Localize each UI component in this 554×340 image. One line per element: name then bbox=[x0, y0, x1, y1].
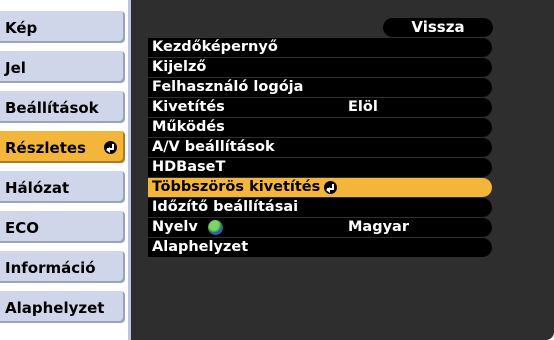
sidebar-item-label: Jel bbox=[5, 59, 26, 77]
menu-item-label: Kezdőképernyő bbox=[152, 39, 278, 55]
menu-item-label: Kivetítés bbox=[152, 99, 225, 115]
sidebar-item-beallitasok[interactable]: Beállítások bbox=[0, 90, 126, 124]
menu-item-mukodes[interactable]: Működés bbox=[148, 118, 492, 137]
menu-item-label: Nyelv bbox=[152, 219, 198, 235]
sidebar-item-jel[interactable]: Jel bbox=[0, 50, 126, 84]
sidebar-item-informacio[interactable]: Információ bbox=[0, 250, 126, 284]
menu-item-kijelzo[interactable]: Kijelző bbox=[148, 58, 492, 77]
back-button[interactable]: Vissza bbox=[383, 18, 493, 37]
menu-item-label: Időzítő beállításai bbox=[152, 199, 299, 215]
menu-item-label: Alaphelyzet bbox=[152, 239, 249, 255]
sidebar-item-label: ECO bbox=[5, 219, 40, 237]
menu-item-label: Működés bbox=[152, 119, 225, 135]
sidebar-item-label: Hálózat bbox=[5, 179, 70, 197]
menu-item-label: Felhasználó logója bbox=[152, 79, 304, 95]
sidebar-item-reszletes[interactable]: Részletes bbox=[0, 130, 126, 164]
menu-item-kezdokepernyo[interactable]: Kezdőképernyő bbox=[148, 38, 492, 57]
globe-icon bbox=[207, 219, 223, 235]
menu-item-idozito-beallitasai[interactable]: Időzítő beállításai bbox=[148, 198, 492, 217]
menu-item-kivetites[interactable]: Kivetítés Elöl bbox=[148, 98, 492, 117]
menu-item-value: Elöl bbox=[348, 99, 378, 115]
menu-item-nyelv[interactable]: Nyelv Magyar bbox=[148, 218, 492, 237]
sidebar-item-alaphelyzet[interactable]: Alaphelyzet bbox=[0, 290, 126, 324]
sidebar-item-kep[interactable]: Kép bbox=[0, 10, 126, 44]
sidebar-item-label: Információ bbox=[5, 259, 96, 277]
menu-item-tobbszoros-kivetites[interactable]: Többszörös kivetítés bbox=[148, 178, 492, 197]
menu-item-value: Magyar bbox=[348, 219, 409, 235]
sidebar-item-label: Beállítások bbox=[5, 99, 99, 117]
menu-item-label: Többszörös kivetítés bbox=[152, 179, 321, 195]
settings-panel: Vissza Kezdőképernyő Kijelző Felhasználó… bbox=[128, 0, 554, 340]
menu-item-alaphelyzet[interactable]: Alaphelyzet bbox=[148, 238, 492, 257]
enter-icon bbox=[324, 180, 338, 194]
menu-item-label: A/V beállítások bbox=[152, 139, 275, 155]
sidebar-item-label: Kép bbox=[5, 19, 38, 37]
menu-item-hdbaset[interactable]: HDBaseT bbox=[148, 158, 492, 177]
sidebar-item-eco[interactable]: ECO bbox=[0, 210, 126, 244]
sidebar-item-label: Alaphelyzet bbox=[5, 299, 105, 317]
menu-item-label: Kijelző bbox=[152, 59, 207, 75]
enter-icon bbox=[104, 141, 117, 154]
menu-item-felhasznalo-logoja[interactable]: Felhasználó logója bbox=[148, 78, 492, 97]
menu-item-label: HDBaseT bbox=[152, 159, 226, 175]
sidebar: Kép Jel Beállítások Részletes Hálózat EC… bbox=[0, 0, 128, 340]
sidebar-item-label: Részletes bbox=[5, 139, 86, 157]
menu-item-av-beallitasok[interactable]: A/V beállítások bbox=[148, 138, 492, 157]
sidebar-item-halozat[interactable]: Hálózat bbox=[0, 170, 126, 204]
